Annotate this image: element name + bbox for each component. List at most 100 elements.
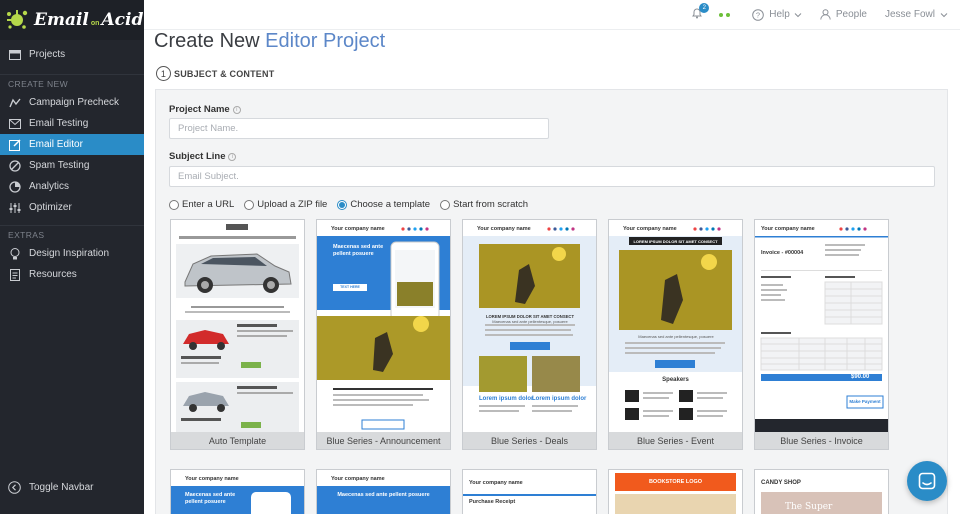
people-link[interactable]: People [820, 9, 867, 20]
radio-icon [440, 199, 451, 210]
sidebar-item-projects[interactable]: Projects [0, 42, 144, 66]
chevron-down-icon [940, 12, 948, 17]
template-invoice-number: Invoice - #00004 [761, 250, 804, 256]
template-card-announcement[interactable]: Your company name Maecenas sed ante pell… [316, 219, 451, 450]
radio-upload-zip[interactable]: Upload a ZIP file [244, 199, 327, 210]
step-number: 1 [156, 66, 171, 81]
sliders-icon [8, 201, 21, 214]
template-thumbnail: Your company name [609, 220, 742, 433]
form-panel: Project Name i Subject Line i Enter a UR… [155, 89, 948, 514]
event-template-preview [609, 227, 742, 420]
template-card-row2-2[interactable]: Your company name Maecenas sed ante pell… [316, 469, 451, 514]
template-headline: Maecenas sed ante pellent posuere [333, 244, 384, 257]
notifications-button[interactable]: 2 [691, 3, 710, 22]
subject-line-label-text: Subject Line [169, 151, 226, 162]
template-thumbnail: Your company name [317, 220, 450, 433]
radio-label: Start from scratch [453, 199, 529, 210]
notification-badge: 2 [699, 3, 710, 13]
radio-choose-template[interactable]: Choose a template [337, 199, 430, 210]
info-icon: i [232, 105, 241, 114]
info-icon: i [228, 152, 237, 161]
sidebar-item-label: Email Testing [29, 118, 89, 129]
template-company-name: Your company name [761, 226, 815, 232]
template-caption: Blue Series - Invoice [755, 432, 888, 449]
status-dots-icon[interactable] [719, 12, 731, 17]
template-caption: Auto Template [171, 432, 304, 449]
svg-text:?: ? [756, 10, 760, 19]
template-logo-banner: BOOKSTORE LOGO [615, 473, 736, 491]
template-card-row2-5[interactable]: CANDY SHOP The Super [754, 469, 889, 514]
toggle-navbar-button[interactable]: Toggle Navbar [0, 477, 144, 498]
radio-enter-url[interactable]: Enter a URL [169, 199, 234, 210]
chat-icon [918, 472, 936, 490]
sidebar-item-label: Design Inspiration [29, 248, 110, 259]
template-invoice-total: $90.00 [851, 374, 870, 380]
template-card-deals[interactable]: Your company name LOREM IPSUM DOLOR SIT … [462, 219, 597, 450]
template-company-name: Your company name [331, 226, 385, 232]
sidebar-item-label: Email Editor [29, 139, 83, 150]
radio-label: Enter a URL [182, 199, 235, 210]
people-label: People [835, 9, 867, 20]
template-caption: Blue Series - Announcement [317, 432, 450, 449]
template-item-title: Lorem ipsum dolor [532, 396, 587, 402]
template-company-name: CANDY SHOP [761, 480, 801, 486]
radio-start-from-scratch[interactable]: Start from scratch [440, 199, 528, 210]
user-menu[interactable]: Jesse Fowl [885, 9, 948, 20]
radio-checked-icon [337, 199, 348, 210]
logo-text-on: on [90, 20, 100, 27]
analytics-icon [8, 180, 21, 193]
toggle-navbar-label: Toggle Navbar [29, 482, 94, 493]
template-card-row2-1[interactable]: Your company name Maecenas sed ante pell… [170, 469, 305, 514]
content-source-options: Enter a URL Upload a ZIP file Choose a t… [169, 199, 538, 210]
phone-preview [251, 492, 291, 514]
ban-icon [8, 159, 21, 172]
template-card-row2-3[interactable]: Your company name Purchase Receipt [462, 469, 597, 514]
template-pay-button-label: Make Payment [849, 399, 881, 404]
logo-splash-icon [7, 10, 28, 29]
sidebar-item-email-testing[interactable]: Email Testing [0, 113, 144, 134]
project-name-label: Project Name i [169, 104, 241, 115]
sidebar-item-label: Projects [29, 48, 66, 60]
sidebar-item-label: Optimizer [29, 202, 72, 213]
template-card-event[interactable]: Your company name LOREM IPSUM DOLOR SIT … [608, 219, 743, 450]
sidebar-item-campaign-precheck[interactable]: Campaign Precheck [0, 92, 144, 113]
section-label-extras: EXTRAS [0, 225, 144, 243]
sidebar: Email on Acid Projects CREATE NEW Campai… [0, 0, 144, 514]
template-item-title: Lorem ipsum dolor [479, 396, 534, 402]
template-headline: Maecenas sed ante pellent posuere [337, 492, 430, 498]
template-card-row2-4[interactable]: BOOKSTORE LOGO [608, 469, 743, 514]
template-company-name: Your company name [623, 226, 677, 232]
chat-support-button[interactable] [907, 461, 947, 501]
template-section-title: Purchase Receipt [469, 499, 516, 505]
subject-line-input[interactable] [169, 166, 935, 187]
logo-text-acid: Acid [101, 10, 144, 30]
project-name-input[interactable] [169, 118, 549, 139]
template-company-name: Your company name [185, 476, 239, 482]
sidebar-item-resources[interactable]: Resources [0, 264, 144, 285]
sidebar-item-email-editor[interactable]: Email Editor [0, 134, 144, 155]
template-company-name: Your company name [477, 226, 531, 232]
template-caption: Blue Series - Deals [463, 432, 596, 449]
top-bar: 2 ? Help People Jesse Fowl [144, 0, 960, 30]
template-card-invoice[interactable]: Your company name Invoice - #00004 $90.0… [754, 219, 889, 450]
section-label-create-new: CREATE NEW [0, 74, 144, 92]
subject-line-label: Subject Line i [169, 151, 237, 162]
page-title-main: Create New [154, 30, 260, 52]
sidebar-item-spam-testing[interactable]: Spam Testing [0, 155, 144, 176]
template-card-auto[interactable]: Auto Template [170, 219, 305, 450]
template-caption: Blue Series - Event [609, 432, 742, 449]
sidebar-item-analytics[interactable]: Analytics [0, 176, 144, 197]
logo-wordmark: Email on Acid [34, 10, 143, 30]
logo[interactable]: Email on Acid [0, 0, 144, 40]
template-company-name: Your company name [469, 480, 523, 486]
template-section-title: Speakers [662, 377, 689, 383]
template-subheadline: Maecenas sed ante pellentesque, posuere [492, 319, 568, 324]
template-headline: The Super [785, 502, 833, 512]
help-menu[interactable]: ? Help [752, 8, 802, 21]
radio-icon [169, 199, 179, 210]
template-headline: LOREM IPSUM DOLOR SIT AMET CONSECT [633, 239, 718, 244]
template-subheadline: Maecenas sed ante pellentesque, posuere [638, 334, 714, 339]
sidebar-item-design-inspiration[interactable]: Design Inspiration [0, 243, 144, 264]
sidebar-item-optimizer[interactable]: Optimizer [0, 197, 144, 218]
template-divider [463, 494, 596, 496]
